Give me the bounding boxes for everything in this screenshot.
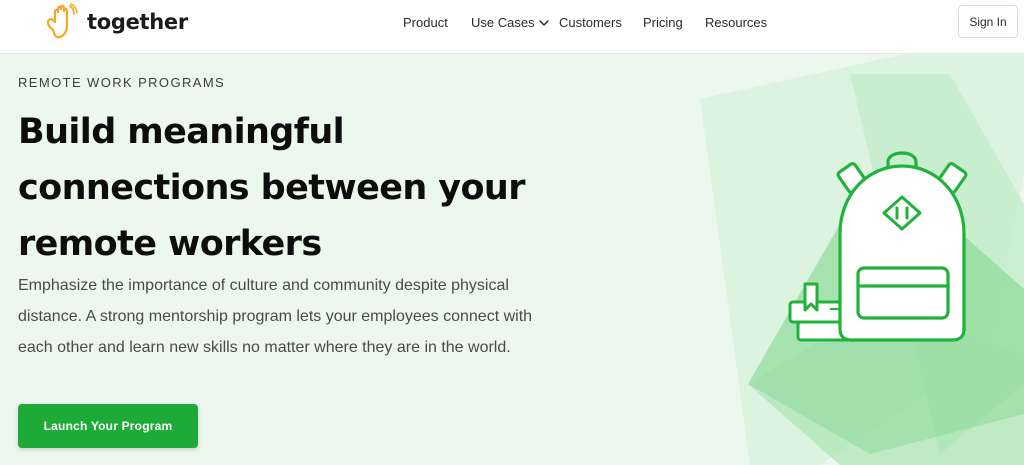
backpack-illustration xyxy=(700,54,1024,465)
headline-line-2: connections between your xyxy=(18,168,526,208)
hero-headline: Build meaningful connections between you… xyxy=(18,104,598,272)
headline-line-1: Build meaningful xyxy=(18,112,345,152)
nav-product[interactable]: Product xyxy=(403,15,448,30)
hero-section: REMOTE WORK PROGRAMS Build meaningful co… xyxy=(0,54,1024,465)
nav-pricing[interactable]: Pricing xyxy=(643,15,683,30)
nav-customers[interactable]: Customers xyxy=(559,15,622,30)
nav-resources[interactable]: Resources xyxy=(705,15,767,30)
logo-link[interactable]: together xyxy=(44,2,188,42)
chevron-down-icon xyxy=(538,19,549,26)
hero-eyebrow: REMOTE WORK PROGRAMS xyxy=(18,75,226,90)
nav-use-cases-label: Use Cases xyxy=(471,15,535,30)
backpack-icon xyxy=(836,151,968,342)
launch-program-button[interactable]: Launch Your Program xyxy=(18,404,198,448)
sign-in-button[interactable]: Sign In xyxy=(958,5,1018,38)
headline-line-3: remote workers xyxy=(18,224,322,264)
hero-subhead: Emphasize the importance of culture and … xyxy=(18,277,533,356)
site-header: together Product Use Cases Customers Pri… xyxy=(0,0,1024,54)
nav-use-cases[interactable]: Use Cases xyxy=(471,15,549,30)
page: together Product Use Cases Customers Pri… xyxy=(0,0,1024,465)
logo-text: together xyxy=(87,10,188,34)
waving-hand-icon xyxy=(46,3,78,39)
